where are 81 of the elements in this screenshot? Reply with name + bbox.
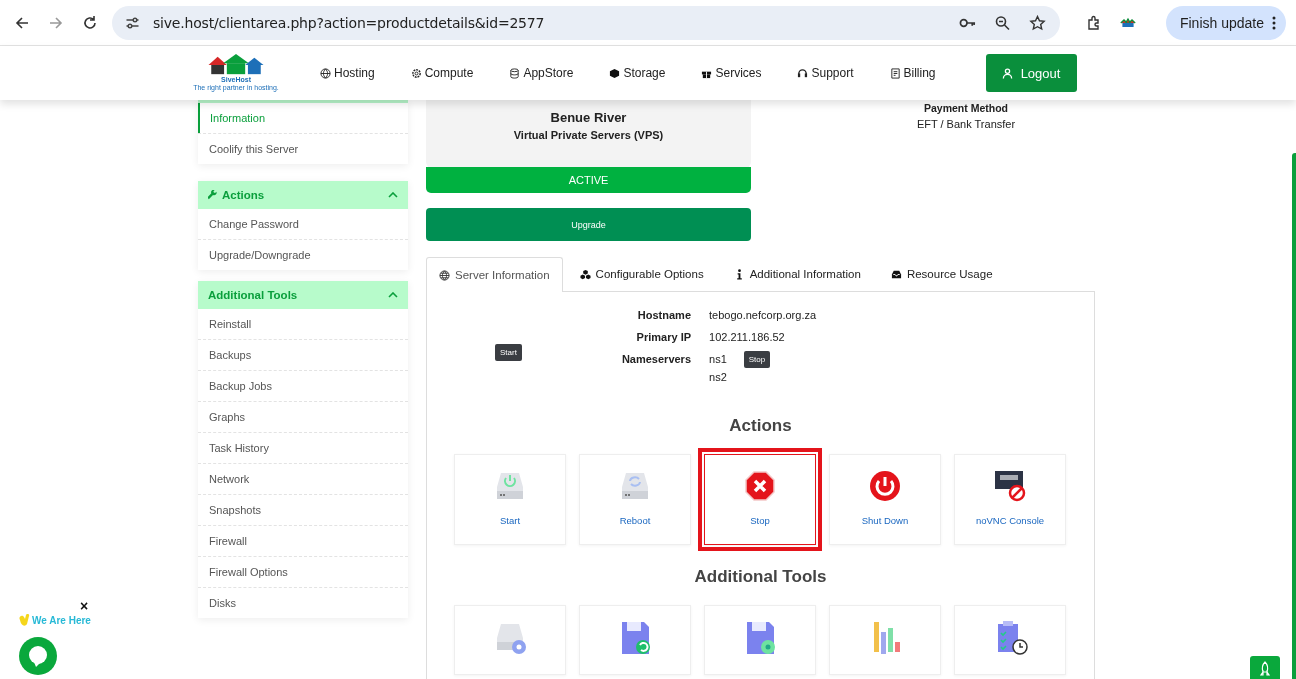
tab[interactable]: Additional Information [720,256,874,291]
inbox-icon [890,268,902,280]
product-group: Virtual Private Servers (VPS) [513,129,664,141]
address-bar[interactable]: sive.host/clientarea.php?action=productdetails&id=2577 [112,5,1060,40]
nav-link[interactable]: Compute [410,66,474,80]
start-tooltip: Start [495,344,522,361]
panel-title: Additional Tools [208,289,299,301]
rocket-icon [1259,661,1271,677]
stop-tooltip: Stop [743,350,771,368]
url-text: sive.host/clientarea.php?action=productdetails&id=2577 [153,14,546,31]
section-heading: Actions [728,416,793,436]
action-card[interactable]: Reboot [579,454,691,545]
info-label: Primary IP [635,330,692,344]
sidebar-item[interactable]: Task History [198,432,408,463]
sidebar-item[interactable]: Information [198,103,408,133]
wrench-icon [208,190,218,200]
sidebar-item[interactable]: Change Password [198,209,408,239]
logout-button[interactable]: Logout [985,54,1077,92]
back-icon[interactable] [14,14,30,31]
chat-widget[interactable]: We Are Here × [14,600,94,679]
reload-icon[interactable] [82,14,98,31]
section-heading: Additional Tools [693,567,828,587]
action-card[interactable]: Start [454,454,566,545]
more-icon [1272,15,1276,30]
extensions-icon[interactable] [1086,14,1102,31]
cubes-icon [579,268,591,280]
tool-card[interactable] [579,605,691,675]
tab[interactable]: Server Information [426,257,563,292]
tab[interactable]: Resource Usage [877,256,1006,291]
info-value: ns2 [709,370,727,384]
database-icon [509,67,521,79]
sidebar-item[interactable]: Snapshots [198,494,408,525]
sidebar-item[interactable]: Backup Jobs [198,370,408,401]
tool-card[interactable] [954,605,1066,675]
nav-link[interactable]: Services [701,66,762,80]
receipt-icon [889,67,901,79]
globe-icon [320,67,331,79]
tool-card[interactable] [704,605,816,675]
tab[interactable]: Configurable Options [566,256,717,291]
nav-link[interactable]: Billing [889,66,936,80]
headset-icon [797,67,809,79]
chevron-icon [388,292,398,298]
cube-icon [609,67,621,79]
action-card[interactable]: noVNC Console [954,454,1066,545]
finish-update-button[interactable]: Finish update [1165,5,1286,40]
sidebar-item[interactable]: Reinstall [198,309,408,339]
globe-icon [439,269,450,281]
nav-link[interactable]: Hosting [320,66,375,80]
product-name: Benue River [550,110,627,125]
sidebar-item[interactable]: Upgrade/Downgrade [198,239,408,270]
sidebar-item[interactable]: Firewall [198,525,408,556]
zoom-icon[interactable] [994,14,1011,31]
info-label: Nameservers [621,352,692,366]
panel-title: Actions [222,189,266,201]
nav-link[interactable]: Support [797,66,854,80]
sidebar-item[interactable]: Disks [198,587,408,618]
sidebar-item[interactable]: Graphs [198,401,408,432]
payment-method-value: EFT / Bank Transfer [916,118,1016,130]
sidebar-item[interactable]: Backups [198,339,408,370]
nav-link[interactable]: AppStore [509,66,574,80]
info-value: tebogo.nefcorp.org.za [709,308,817,322]
star-icon[interactable] [1029,14,1046,31]
chat-bubble-icon [18,636,58,676]
chat-caption: We Are Here [32,615,91,626]
launch-button[interactable] [1250,656,1280,679]
forward-icon[interactable] [48,14,64,31]
gear-icon [410,67,422,79]
nav-link[interactable]: Storage [609,66,666,80]
upgrade-button[interactable]: Upgrade [426,208,751,241]
payment-method-label: Payment Method [924,102,1008,114]
user-icon [1001,67,1013,79]
sidebar-item[interactable]: Firewall Options [198,556,408,587]
sidebar-item[interactable]: Coolify this Server [198,133,408,164]
action-card[interactable]: Shut Down [829,454,941,545]
close-icon[interactable]: × [80,598,89,614]
info-label: Hostname [636,308,692,322]
sidebar-item[interactable]: Network [198,463,408,494]
status-badge: ACTIVE [426,167,751,193]
chevron-icon [388,192,398,198]
info-value: 102.211.186.52 [709,330,785,344]
info-value: ns1 [709,352,727,366]
